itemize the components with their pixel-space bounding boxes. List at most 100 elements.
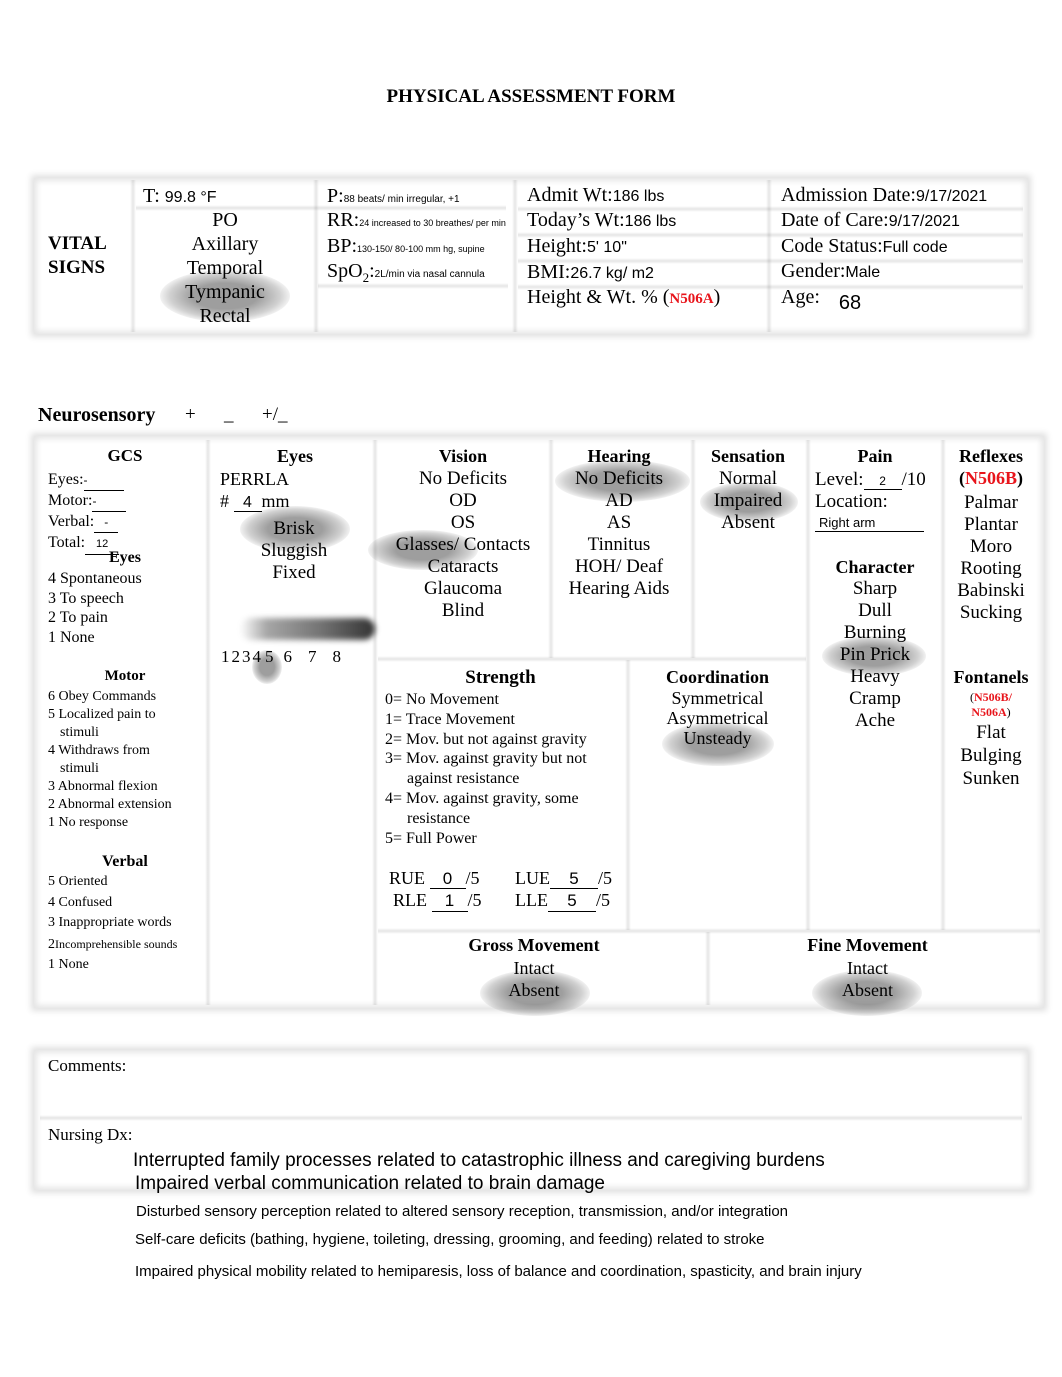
vision-option[interactable]: OD: [376, 490, 550, 512]
gcs-verbal-option[interactable]: 4 Confused: [48, 893, 177, 914]
gross-movement-option[interactable]: Intact: [378, 957, 690, 979]
comments-input[interactable]: [48, 1078, 1018, 1112]
reactivity-sluggish[interactable]: Sluggish: [210, 540, 378, 562]
gcs-verbal-option[interactable]: 3 Inappropriate words: [48, 913, 177, 934]
pupil-scale-2[interactable]: 2: [232, 647, 241, 666]
admission-date-field[interactable]: Admission Date:9/17/2021: [781, 183, 987, 209]
coordination-option[interactable]: Asymmetrical: [630, 708, 805, 728]
code-status-field[interactable]: Code Status:Full code: [781, 234, 948, 260]
fine-movement-option[interactable]: Intact: [710, 957, 1025, 979]
reflex-option[interactable]: Palmar: [943, 492, 1039, 514]
gcs-verbal-option[interactable]: 2Incomprehensible sounds: [48, 934, 177, 956]
gcs-verbal-option[interactable]: 1 None: [48, 955, 177, 976]
coordination-list: Symmetrical Asymmetrical Unsteady: [630, 688, 805, 748]
gcs-eyes-option[interactable]: 1 None: [48, 628, 142, 648]
gcs-motor-option[interactable]: 1 No response: [48, 814, 172, 832]
hearing-option[interactable]: No Deficits: [552, 468, 686, 490]
vision-option[interactable]: OS: [376, 512, 550, 534]
gcs-eyes-option[interactable]: 3 To speech: [48, 589, 142, 609]
pain-character-option[interactable]: Heavy: [808, 666, 942, 688]
fontanel-option[interactable]: Sunken: [943, 767, 1039, 790]
gcs-verbal-option[interactable]: 5 Oriented: [48, 872, 177, 893]
vision-option[interactable]: No Deficits: [376, 468, 550, 490]
pupil-scale-8[interactable]: 8: [333, 647, 342, 666]
blood-pressure-field[interactable]: BP:130-150/ 80-100 mm hg, supine: [327, 234, 485, 261]
gross-movement-option[interactable]: Absent: [378, 979, 690, 1001]
strength-rue-field[interactable]: RUE 0/5: [389, 868, 480, 889]
gcs-eyes-option[interactable]: 2 To pain: [48, 608, 142, 628]
admit-weight-field[interactable]: Admit Wt:186 lbs: [527, 183, 664, 209]
fontanel-option[interactable]: Bulging: [943, 744, 1039, 767]
sensation-option[interactable]: Impaired: [694, 490, 802, 512]
reflex-option[interactable]: Moro: [943, 536, 1039, 558]
height-field[interactable]: Height:5' 10": [527, 234, 627, 260]
pupil-scale-4[interactable]: 4: [253, 647, 262, 666]
pain-character-option[interactable]: Dull: [808, 600, 942, 622]
strength-lle-field[interactable]: LLE 5/5: [515, 890, 610, 912]
perrla-label[interactable]: PERRLA: [220, 469, 289, 490]
hearing-option[interactable]: Tinnitus: [552, 534, 686, 556]
reflex-option[interactable]: Sucking: [943, 602, 1039, 624]
pupil-scale-6[interactable]: 6: [284, 647, 293, 666]
gcs-eyes-option[interactable]: 4 Spontaneous: [48, 569, 142, 589]
pupil-scale-3[interactable]: 3: [242, 647, 251, 666]
pupil-scale-1[interactable]: 1: [221, 647, 230, 666]
spo2-field[interactable]: SpO2:2L/min via nasal cannula: [327, 259, 485, 290]
reflex-option[interactable]: Rooting: [943, 558, 1039, 580]
pupil-scale-7[interactable]: 7: [308, 647, 317, 666]
vision-option[interactable]: Blind: [376, 600, 550, 622]
sensation-option[interactable]: Absent: [694, 512, 802, 534]
bmi-field[interactable]: BMI:26.7 kg/ m2: [527, 260, 654, 286]
route-rectal[interactable]: Rectal: [140, 304, 310, 328]
hearing-option[interactable]: AS: [552, 512, 686, 534]
vision-option[interactable]: Glaucoma: [376, 578, 550, 600]
route-po[interactable]: PO: [140, 208, 310, 232]
gcs-motor-option[interactable]: 4 Withdraws from: [48, 742, 172, 760]
pain-location-field[interactable]: Right arm: [815, 514, 924, 532]
pain-character-option[interactable]: Cramp: [808, 688, 942, 710]
gcs-motor-option[interactable]: 6 Obey Commands: [48, 688, 172, 706]
sensation-title: Sensation: [710, 446, 786, 466]
route-tympanic[interactable]: Tympanic: [140, 280, 310, 304]
strength-lue-field[interactable]: LUE 5/5: [515, 868, 612, 889]
gcs-verbal-field[interactable]: Verbal: -: [48, 512, 126, 533]
age-field[interactable]: Age: 68: [781, 285, 861, 314]
fine-movement-title: Fine Movement: [807, 935, 928, 955]
temperature-field[interactable]: T: 99.8 °F: [143, 184, 217, 210]
vision-list: No Deficits OD OS Glasses/ Contacts Cata…: [376, 468, 550, 622]
coordination-option[interactable]: Symmetrical: [630, 688, 805, 708]
pain-character-option[interactable]: Pin Prick: [808, 644, 942, 666]
reflex-option[interactable]: Babinski: [943, 580, 1039, 602]
fine-movement-option[interactable]: Absent: [710, 979, 1025, 1001]
vision-option[interactable]: Glasses/ Contacts: [376, 534, 550, 556]
pain-character-option[interactable]: Burning: [808, 622, 942, 644]
pupil-scale-5[interactable]: 5: [265, 647, 274, 666]
gcs-motor-field[interactable]: Motor:-: [48, 491, 127, 512]
vision-option[interactable]: Cataracts: [376, 556, 550, 578]
route-temporal[interactable]: Temporal: [140, 256, 310, 280]
respiratory-rate-field[interactable]: RR:24 increased to 30 breathes/ per min: [327, 208, 506, 235]
fontanel-option[interactable]: Flat: [943, 721, 1039, 744]
reflexes-title: Reflexes: [959, 446, 1023, 466]
reactivity-fixed[interactable]: Fixed: [210, 562, 378, 584]
reactivity-brisk[interactable]: Brisk: [210, 518, 378, 540]
strength-rle-field[interactable]: RLE 1/5: [393, 890, 482, 912]
coordination-option[interactable]: Unsteady: [630, 728, 805, 748]
gender-field[interactable]: Gender:Male: [781, 259, 880, 285]
gcs-motor-option[interactable]: 3 Abnormal flexion: [48, 778, 172, 796]
reflex-option[interactable]: Plantar: [943, 514, 1039, 536]
date-of-care-field[interactable]: Date of Care:9/17/2021: [781, 208, 960, 234]
pain-character-option[interactable]: Ache: [808, 710, 942, 732]
gcs-motor-option[interactable]: 2 Abnormal extension: [48, 796, 172, 814]
sensation-option[interactable]: Normal: [694, 468, 802, 490]
gcs-motor-option[interactable]: 5 Localized pain to: [48, 706, 172, 724]
hearing-option[interactable]: HOH/ Deaf: [552, 556, 686, 578]
pain-level-field[interactable]: Level: 2/10: [815, 469, 926, 491]
todays-weight-field[interactable]: Today’s Wt:186 lbs: [527, 208, 676, 234]
hearing-option[interactable]: AD: [552, 490, 686, 512]
route-axillary[interactable]: Axillary: [140, 232, 310, 256]
hearing-option[interactable]: Hearing Aids: [552, 578, 686, 600]
height-weight-percent-field[interactable]: Height & Wt. % (N506A): [527, 285, 720, 311]
gcs-eyes-field[interactable]: Eyes:-: [48, 470, 126, 491]
pain-character-option[interactable]: Sharp: [808, 578, 942, 600]
